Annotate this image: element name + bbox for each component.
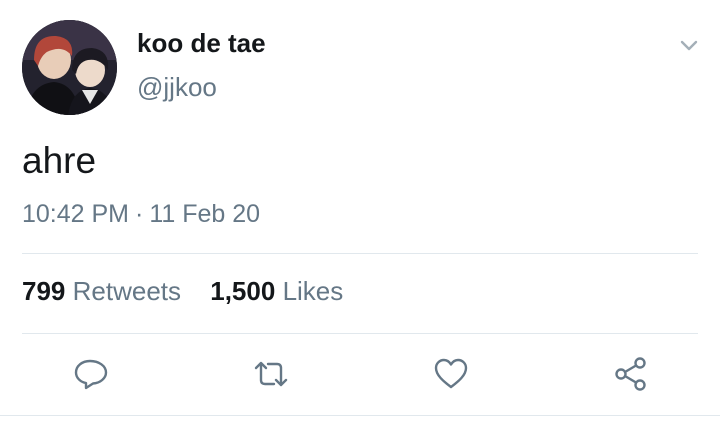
user-handle[interactable]: @jjkoo — [137, 72, 217, 103]
divider — [0, 415, 720, 416]
divider — [22, 333, 698, 334]
retweets-stat[interactable]: 799 Retweets — [22, 276, 181, 306]
tweet-stats: 799 Retweets 1,500 Likes — [22, 276, 365, 307]
chevron-down-icon[interactable] — [676, 36, 702, 56]
timestamp-separator: · — [135, 200, 144, 228]
avatar[interactable] — [22, 20, 117, 115]
retweets-label: Retweets — [72, 276, 182, 306]
likes-count: 1,500 — [210, 276, 276, 306]
tweet-timestamp[interactable]: 10:42 PM · 11 Feb 20 — [22, 200, 260, 229]
likes-label: Likes — [282, 276, 344, 306]
likes-stat[interactable]: 1,500 Likes — [210, 276, 343, 306]
reply-icon — [74, 359, 108, 390]
tweet-detail: koo de tae @jjkoo ahre 10:42 PM · 11 Feb 2… — [0, 0, 720, 428]
profile-photo-icon — [22, 20, 117, 115]
retweet-icon — [254, 361, 288, 387]
tweet-time: 10:42 PM — [22, 200, 130, 228]
display-name[interactable]: koo de tae — [137, 28, 266, 59]
divider — [22, 253, 698, 254]
heart-icon — [434, 358, 468, 389]
retweet-button[interactable] — [252, 355, 290, 393]
like-button[interactable] — [432, 355, 470, 393]
share-icon — [615, 357, 646, 391]
tweet-date: 11 Feb 20 — [149, 200, 261, 228]
tweet-text: ahre — [22, 140, 97, 181]
share-button[interactable] — [612, 355, 650, 393]
retweets-count: 799 — [22, 276, 66, 306]
reply-button[interactable] — [72, 355, 110, 393]
